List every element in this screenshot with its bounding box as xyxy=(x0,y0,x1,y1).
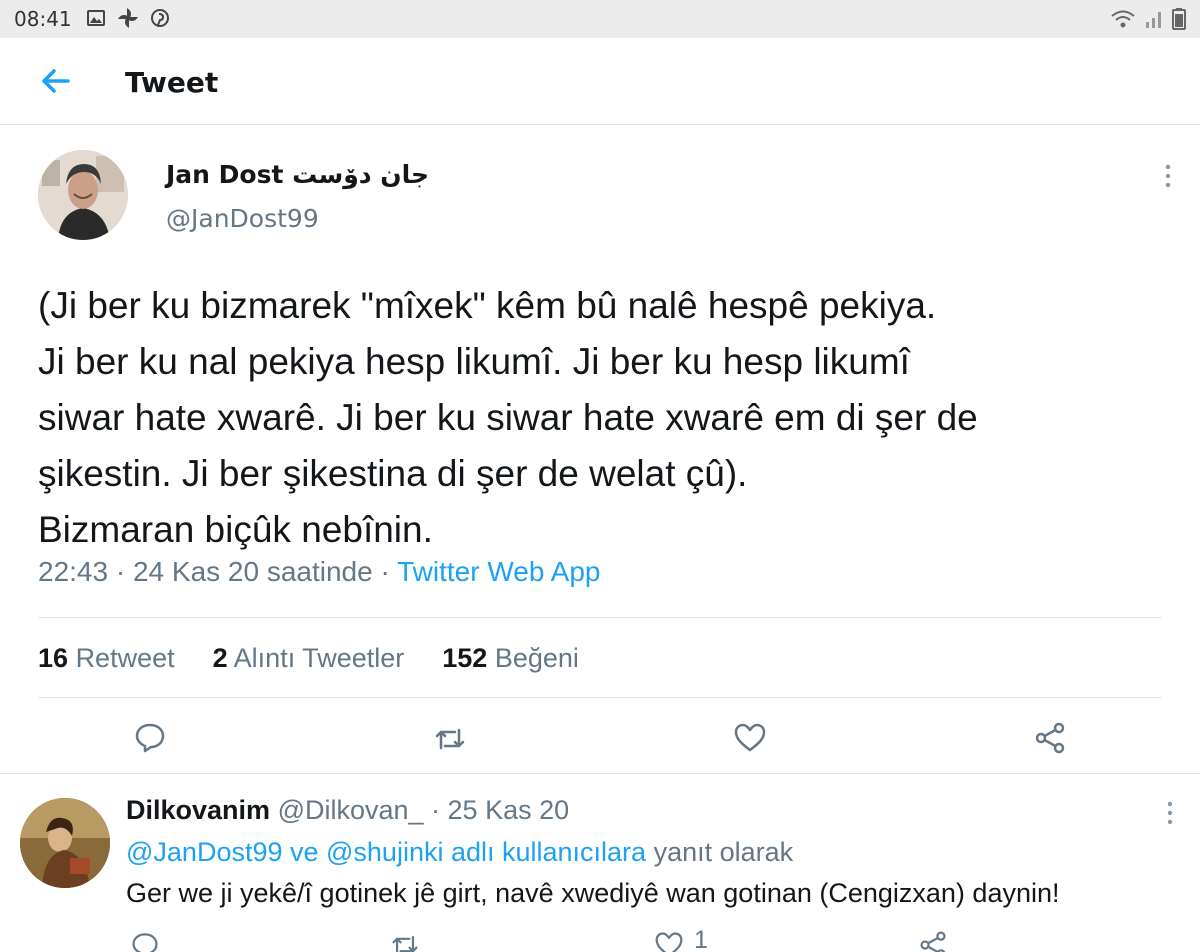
tweet-text-line: şikestin. Ji ber şikestina di şer de wel… xyxy=(38,453,748,494)
tweet-text: (Ji ber ku bizmarek "mîxek" kêm bû nalê … xyxy=(38,278,1178,558)
reply-like-count: 1 xyxy=(694,926,708,952)
tweet-meta: 22:43 · 24 Kas 20 saatinde · Twitter Web… xyxy=(38,556,600,588)
retweets-count: 16 xyxy=(38,643,69,673)
likes-label: Beğeni xyxy=(494,643,579,673)
quotes-count: 2 xyxy=(212,643,228,673)
retweets-stat[interactable]: 16 Retweet xyxy=(38,643,175,674)
reply-to-suffix: yanıt olarak xyxy=(653,837,794,867)
tweet-text-line: siwar hate xwarê. Ji ber ku siwar hate x… xyxy=(38,397,978,438)
reply-icon[interactable] xyxy=(133,720,167,754)
reply-author-avatar[interactable] xyxy=(20,798,110,888)
tweet-stats: 16 Retweet 2 Alıntı Tweetler 152 Beğeni xyxy=(38,643,617,674)
reply-reply-icon[interactable] xyxy=(130,930,160,952)
wifi-icon xyxy=(1110,9,1136,33)
tweet-date: 24 Kas 20 saatinde xyxy=(132,556,373,587)
signal-icon xyxy=(1144,9,1164,33)
author-handle[interactable]: @JanDost99 xyxy=(166,204,319,233)
quotes-label: Alıntı Tweetler xyxy=(233,643,405,673)
meta-separator: · xyxy=(115,556,126,587)
reply-share-icon[interactable] xyxy=(918,930,948,952)
reply-author-name[interactable]: Dilkovanim xyxy=(126,795,270,825)
reply-header: Dilkovanim @Dilkovan_ · 25 Kas 20 xyxy=(126,795,569,826)
back-arrow-icon[interactable] xyxy=(38,66,74,96)
reply-context: @JanDost99 ve @shujinki adlı kullanıcıla… xyxy=(126,837,793,868)
divider xyxy=(38,617,1162,618)
divider xyxy=(0,773,1200,774)
pinwheel-icon xyxy=(117,7,139,29)
meta-separator: · xyxy=(380,556,390,587)
reply-author-handle[interactable]: @Dilkovan_ xyxy=(278,795,424,825)
tweet-text-line: Bizmaran biçûk nebînin. xyxy=(38,509,433,550)
tweet-text-line: Ji ber ku nal pekiya hesp likumî. Ji ber… xyxy=(38,341,910,382)
reply-retweet-icon[interactable] xyxy=(390,930,420,952)
divider xyxy=(38,697,1162,698)
reply-more-options-icon[interactable] xyxy=(1160,800,1180,826)
author-avatar[interactable] xyxy=(38,150,128,240)
pinterest-icon xyxy=(150,8,170,28)
reply-date: · 25 Kas 20 xyxy=(431,795,570,825)
likes-count: 152 xyxy=(442,643,488,673)
image-icon xyxy=(86,8,106,28)
likes-stat[interactable]: 152 Beğeni xyxy=(442,643,579,674)
tweet-time: 22:43 xyxy=(38,556,109,587)
quotes-stat[interactable]: 2 Alıntı Tweetler xyxy=(213,643,405,674)
retweets-label: Retweet xyxy=(75,643,175,673)
status-time: 08:41 xyxy=(14,7,72,31)
like-icon[interactable] xyxy=(733,721,767,755)
header-bar: Tweet xyxy=(0,38,1200,125)
author-name[interactable]: Jan Dost جان دۆست xyxy=(166,160,429,189)
tweet-text-line: (Ji ber ku bizmarek "mîxek" kêm bû nalê … xyxy=(38,285,937,326)
page-title: Tweet xyxy=(125,66,219,99)
battery-icon xyxy=(1172,8,1186,34)
share-icon[interactable] xyxy=(1033,721,1067,755)
status-bar: 08:41 xyxy=(0,0,1200,38)
tweet-source-link[interactable]: Twitter Web App xyxy=(397,556,600,587)
reply-like-icon[interactable] xyxy=(654,930,684,952)
reply-mentions-link[interactable]: @JanDost99 ve @shujinki adlı kullanıcıla… xyxy=(126,837,646,867)
reply-text: Ger we ji yekê/î gotinek jê girt, navê x… xyxy=(126,878,1060,908)
retweet-icon[interactable] xyxy=(433,722,467,756)
more-options-icon[interactable] xyxy=(1158,163,1178,189)
